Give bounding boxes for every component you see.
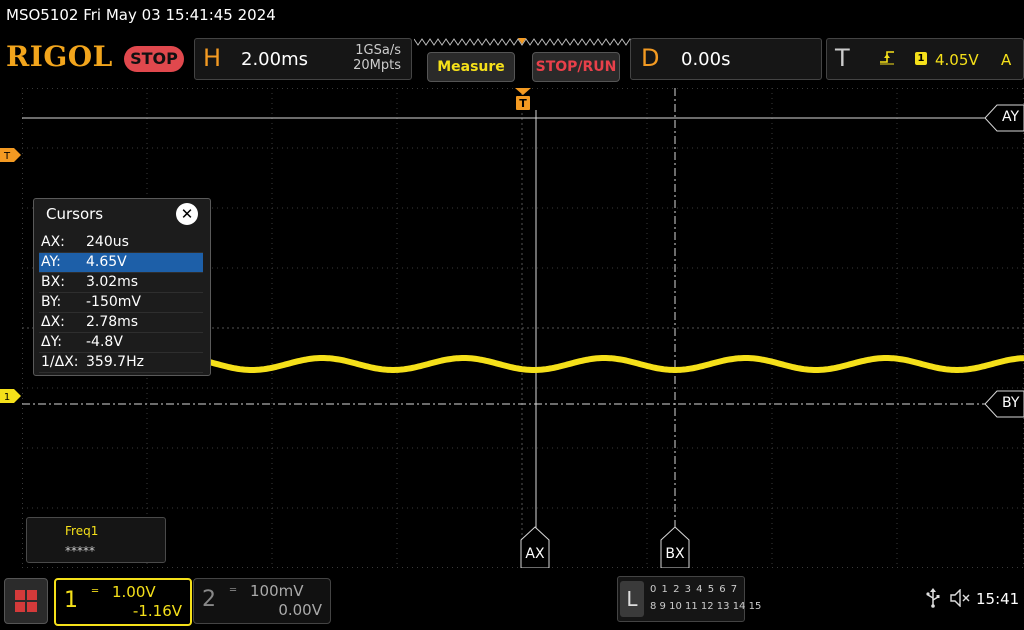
horizontal-timebase-panel[interactable]: H 2.00ms 1GSa/s 20Mpts — [194, 38, 412, 80]
cursor-row-ax[interactable]: AX: 240us — [39, 233, 203, 253]
cursor-row-inverse-delta-x[interactable]: 1/ΔX: 359.7Hz — [39, 353, 203, 373]
sample-rate: 1GSa/s — [355, 43, 401, 58]
channel-1-offset: -1.16V — [132, 602, 182, 620]
trigger-panel[interactable]: T 1 4.05V A — [826, 38, 1024, 80]
row-value: 4.65V — [86, 254, 127, 270]
run-state-badge[interactable]: STOP — [124, 46, 184, 72]
trigger-level-marker[interactable]: T — [0, 148, 22, 162]
system-clock: 15:41 — [976, 590, 1020, 608]
row-key: 1/ΔX: — [41, 354, 79, 370]
brand-logo: RIGOL — [6, 40, 113, 73]
trigger-source: 1 — [915, 52, 927, 65]
channel-2-number: 2 — [202, 587, 216, 612]
row-value: -4.8V — [86, 334, 123, 350]
delay-letter: D — [641, 44, 660, 72]
delay-value: 0.00s — [681, 49, 731, 70]
cursor-bx-tag[interactable]: BX — [660, 526, 690, 568]
memory-depth: 20Mpts — [353, 58, 401, 73]
horizontal-letter: H — [203, 44, 222, 72]
row-key: AX: — [41, 234, 65, 250]
logic-channels-row-1: 0 1 2 3 4 5 6 7 — [650, 584, 739, 595]
logic-channels-row-2: 8 9 10 11 12 13 14 15 — [650, 601, 762, 612]
trigger-position-marker[interactable]: T — [515, 88, 531, 112]
measurement-label: Freq1 — [65, 524, 99, 538]
row-key: BY: — [41, 294, 62, 310]
row-key: ΔX: — [41, 314, 65, 330]
cursor-readout-list: AX: 240us AY: 4.65V BX: 3.02ms BY: -150mV ΔX… — [39, 233, 203, 373]
measurement-value: ***** — [65, 544, 95, 558]
acquisition-info: 1GSa/s 20Mpts — [353, 43, 401, 73]
channel-1-ground-marker[interactable]: 1 — [0, 389, 22, 403]
logic-letter: L — [620, 581, 644, 617]
cursor-by-label: BY — [1002, 395, 1020, 411]
usb-icon — [926, 588, 940, 608]
row-key: BX: — [41, 274, 65, 290]
scope-title-line: MSO5102 Fri May 03 15:41:45 2024 — [6, 6, 276, 24]
menu-icon — [15, 590, 37, 612]
speaker-muted-icon[interactable] — [950, 589, 972, 607]
channel-1-scale: 1.00V — [112, 583, 156, 601]
svg-text:T: T — [519, 97, 527, 110]
channel-2-offset: 0.00V — [278, 601, 322, 619]
cursor-ax-label: AX — [525, 546, 545, 562]
channel-1-number: 1 — [64, 588, 78, 613]
trigger-rising-edge-icon — [880, 51, 894, 65]
dc-coupling-icon: ═ — [230, 585, 236, 596]
cursors-panel-title: Cursors — [46, 205, 104, 223]
close-icon[interactable]: ✕ — [176, 203, 198, 225]
cursor-ay-tag[interactable]: AY — [985, 104, 1024, 132]
row-key: ΔY: — [41, 334, 62, 350]
row-value: 3.02ms — [86, 274, 139, 290]
row-value: -150mV — [86, 294, 141, 310]
cursor-row-by[interactable]: BY: -150mV — [39, 293, 203, 313]
measurement-freq-box[interactable]: Freq1 ***** — [26, 517, 166, 563]
cursors-panel[interactable]: Cursors ✕ AX: 240us AY: 4.65V BX: 3.02ms BY… — [33, 198, 211, 376]
channel-2-panel[interactable]: 2 ═ 100mV 0.00V — [193, 578, 331, 624]
cursor-by-tag[interactable]: BY — [985, 390, 1024, 418]
row-key: AY: — [41, 254, 61, 270]
cursor-ay-label: AY — [1002, 109, 1020, 125]
row-value: 2.78ms — [86, 314, 139, 330]
timebase-value: 2.00ms — [241, 49, 308, 70]
logic-analyzer-panel[interactable]: L 0 1 2 3 4 5 6 7 8 9 10 11 12 13 14 15 — [617, 576, 761, 622]
svg-text:T: T — [3, 151, 11, 162]
trigger-letter: T — [835, 44, 850, 72]
channel-1-panel[interactable]: 1 ═ 1.00V -1.16V — [54, 578, 192, 626]
measure-button[interactable]: Measure — [427, 52, 515, 82]
cursor-row-delta-y[interactable]: ΔY: -4.8V — [39, 333, 203, 353]
cursor-bx-label: BX — [665, 546, 685, 562]
row-value: 240us — [86, 234, 129, 250]
stop-run-button[interactable]: STOP/RUN — [532, 52, 620, 82]
cursor-ax-tag[interactable]: AX — [520, 526, 550, 568]
trigger-mode: A — [1001, 51, 1012, 69]
memory-position-indicator[interactable] — [414, 37, 634, 47]
trigger-level: 4.05V — [935, 51, 979, 69]
cursor-row-ay[interactable]: AY: 4.65V — [39, 253, 203, 273]
main-menu-button[interactable] — [4, 578, 48, 624]
svg-text:1: 1 — [4, 392, 10, 403]
channel-1-waveform — [207, 355, 1024, 373]
channel-2-scale: 100mV — [250, 582, 304, 600]
row-value: 359.7Hz — [86, 354, 144, 370]
cursor-row-bx[interactable]: BX: 3.02ms — [39, 273, 203, 293]
cursor-row-delta-x[interactable]: ΔX: 2.78ms — [39, 313, 203, 333]
delay-panel[interactable]: D 0.00s — [630, 38, 822, 80]
dc-coupling-icon: ═ — [92, 586, 98, 597]
